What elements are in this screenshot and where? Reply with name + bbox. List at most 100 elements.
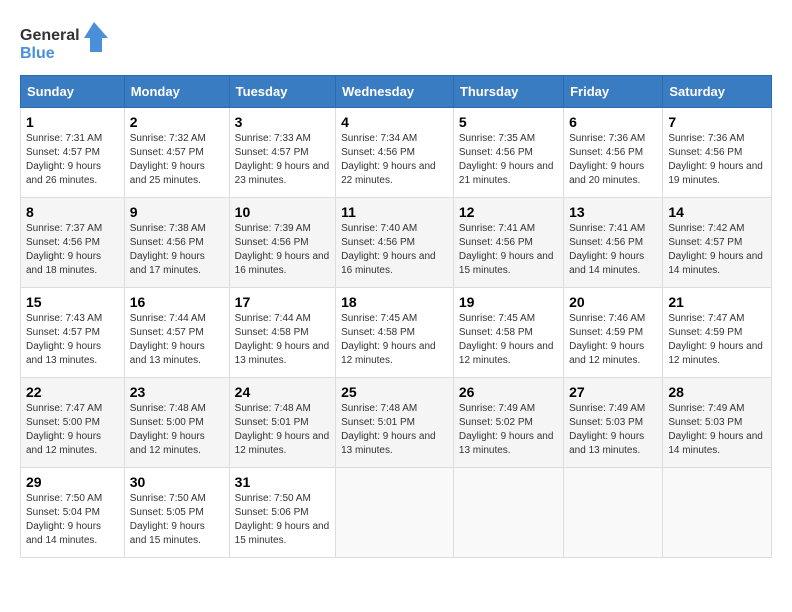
- day-info: Sunrise: 7:45 AMSunset: 4:58 PMDaylight:…: [459, 312, 558, 368]
- day-number: 6: [569, 114, 657, 130]
- svg-text:General: General: [20, 27, 80, 44]
- calendar-day-cell: 21 Sunrise: 7:47 AMSunset: 4:59 PMDaylig…: [663, 288, 772, 378]
- calendar-day-cell: 13 Sunrise: 7:41 AMSunset: 4:56 PMDaylig…: [564, 198, 663, 288]
- day-info: Sunrise: 7:32 AMSunset: 4:57 PMDaylight:…: [130, 132, 224, 188]
- calendar-week-row: 22 Sunrise: 7:47 AMSunset: 5:00 PMDaylig…: [21, 378, 772, 468]
- calendar-week-row: 8 Sunrise: 7:37 AMSunset: 4:56 PMDayligh…: [21, 198, 772, 288]
- calendar-day-cell: 5 Sunrise: 7:35 AMSunset: 4:56 PMDayligh…: [453, 108, 563, 198]
- day-number: 16: [130, 294, 224, 310]
- day-number: 17: [235, 294, 330, 310]
- calendar-day-cell: 18 Sunrise: 7:45 AMSunset: 4:58 PMDaylig…: [336, 288, 454, 378]
- day-info: Sunrise: 7:39 AMSunset: 4:56 PMDaylight:…: [235, 222, 330, 278]
- day-number: 11: [341, 204, 448, 220]
- calendar-header-row: SundayMondayTuesdayWednesdayThursdayFrid…: [21, 76, 772, 108]
- day-info: Sunrise: 7:49 AMSunset: 5:03 PMDaylight:…: [569, 402, 657, 458]
- calendar-day-cell: 25 Sunrise: 7:48 AMSunset: 5:01 PMDaylig…: [336, 378, 454, 468]
- page-header: General Blue: [20, 20, 772, 65]
- day-info: Sunrise: 7:48 AMSunset: 5:01 PMDaylight:…: [341, 402, 448, 458]
- day-number: 2: [130, 114, 224, 130]
- svg-text:Blue: Blue: [20, 45, 55, 62]
- day-info: Sunrise: 7:38 AMSunset: 4:56 PMDaylight:…: [130, 222, 224, 278]
- calendar-week-row: 15 Sunrise: 7:43 AMSunset: 4:57 PMDaylig…: [21, 288, 772, 378]
- calendar-day-cell: 6 Sunrise: 7:36 AMSunset: 4:56 PMDayligh…: [564, 108, 663, 198]
- day-info: Sunrise: 7:36 AMSunset: 4:56 PMDaylight:…: [569, 132, 657, 188]
- logo: General Blue: [20, 20, 110, 65]
- day-number: 15: [26, 294, 119, 310]
- day-info: Sunrise: 7:48 AMSunset: 5:00 PMDaylight:…: [130, 402, 224, 458]
- day-info: Sunrise: 7:44 AMSunset: 4:58 PMDaylight:…: [235, 312, 330, 368]
- day-number: 13: [569, 204, 657, 220]
- day-info: Sunrise: 7:50 AMSunset: 5:06 PMDaylight:…: [235, 492, 330, 548]
- day-info: Sunrise: 7:41 AMSunset: 4:56 PMDaylight:…: [459, 222, 558, 278]
- calendar-day-cell: 17 Sunrise: 7:44 AMSunset: 4:58 PMDaylig…: [229, 288, 335, 378]
- day-info: Sunrise: 7:47 AMSunset: 5:00 PMDaylight:…: [26, 402, 119, 458]
- weekday-header: Monday: [124, 76, 229, 108]
- calendar-day-cell: 15 Sunrise: 7:43 AMSunset: 4:57 PMDaylig…: [21, 288, 125, 378]
- day-number: 3: [235, 114, 330, 130]
- day-number: 29: [26, 474, 119, 490]
- day-number: 12: [459, 204, 558, 220]
- day-info: Sunrise: 7:47 AMSunset: 4:59 PMDaylight:…: [668, 312, 766, 368]
- day-number: 28: [668, 384, 766, 400]
- calendar-day-cell: 16 Sunrise: 7:44 AMSunset: 4:57 PMDaylig…: [124, 288, 229, 378]
- day-number: 26: [459, 384, 558, 400]
- day-number: 25: [341, 384, 448, 400]
- calendar-table: SundayMondayTuesdayWednesdayThursdayFrid…: [20, 75, 772, 558]
- calendar-day-cell: 28 Sunrise: 7:49 AMSunset: 5:03 PMDaylig…: [663, 378, 772, 468]
- calendar-day-cell: 26 Sunrise: 7:49 AMSunset: 5:02 PMDaylig…: [453, 378, 563, 468]
- calendar-day-cell: 11 Sunrise: 7:40 AMSunset: 4:56 PMDaylig…: [336, 198, 454, 288]
- weekday-header: Tuesday: [229, 76, 335, 108]
- day-info: Sunrise: 7:48 AMSunset: 5:01 PMDaylight:…: [235, 402, 330, 458]
- day-number: 20: [569, 294, 657, 310]
- calendar-day-cell: [564, 468, 663, 558]
- day-info: Sunrise: 7:36 AMSunset: 4:56 PMDaylight:…: [668, 132, 766, 188]
- day-number: 22: [26, 384, 119, 400]
- weekday-header: Sunday: [21, 76, 125, 108]
- calendar-day-cell: 24 Sunrise: 7:48 AMSunset: 5:01 PMDaylig…: [229, 378, 335, 468]
- calendar-day-cell: 30 Sunrise: 7:50 AMSunset: 5:05 PMDaylig…: [124, 468, 229, 558]
- day-info: Sunrise: 7:45 AMSunset: 4:58 PMDaylight:…: [341, 312, 448, 368]
- day-number: 14: [668, 204, 766, 220]
- calendar-day-cell: 2 Sunrise: 7:32 AMSunset: 4:57 PMDayligh…: [124, 108, 229, 198]
- day-number: 30: [130, 474, 224, 490]
- day-info: Sunrise: 7:41 AMSunset: 4:56 PMDaylight:…: [569, 222, 657, 278]
- day-info: Sunrise: 7:37 AMSunset: 4:56 PMDaylight:…: [26, 222, 119, 278]
- day-info: Sunrise: 7:49 AMSunset: 5:02 PMDaylight:…: [459, 402, 558, 458]
- calendar-day-cell: 7 Sunrise: 7:36 AMSunset: 4:56 PMDayligh…: [663, 108, 772, 198]
- logo-svg: General Blue: [20, 20, 110, 65]
- day-info: Sunrise: 7:40 AMSunset: 4:56 PMDaylight:…: [341, 222, 448, 278]
- day-info: Sunrise: 7:50 AMSunset: 5:04 PMDaylight:…: [26, 492, 119, 548]
- day-info: Sunrise: 7:31 AMSunset: 4:57 PMDaylight:…: [26, 132, 119, 188]
- calendar-week-row: 29 Sunrise: 7:50 AMSunset: 5:04 PMDaylig…: [21, 468, 772, 558]
- day-number: 5: [459, 114, 558, 130]
- calendar-day-cell: 14 Sunrise: 7:42 AMSunset: 4:57 PMDaylig…: [663, 198, 772, 288]
- day-number: 31: [235, 474, 330, 490]
- calendar-day-cell: 9 Sunrise: 7:38 AMSunset: 4:56 PMDayligh…: [124, 198, 229, 288]
- calendar-day-cell: 8 Sunrise: 7:37 AMSunset: 4:56 PMDayligh…: [21, 198, 125, 288]
- day-number: 18: [341, 294, 448, 310]
- day-number: 10: [235, 204, 330, 220]
- calendar-day-cell: 29 Sunrise: 7:50 AMSunset: 5:04 PMDaylig…: [21, 468, 125, 558]
- calendar-day-cell: [336, 468, 454, 558]
- day-info: Sunrise: 7:42 AMSunset: 4:57 PMDaylight:…: [668, 222, 766, 278]
- weekday-header: Wednesday: [336, 76, 454, 108]
- day-number: 19: [459, 294, 558, 310]
- calendar-day-cell: 20 Sunrise: 7:46 AMSunset: 4:59 PMDaylig…: [564, 288, 663, 378]
- calendar-day-cell: [453, 468, 563, 558]
- weekday-header: Saturday: [663, 76, 772, 108]
- day-number: 1: [26, 114, 119, 130]
- day-number: 24: [235, 384, 330, 400]
- weekday-header: Thursday: [453, 76, 563, 108]
- day-number: 21: [668, 294, 766, 310]
- calendar-day-cell: 19 Sunrise: 7:45 AMSunset: 4:58 PMDaylig…: [453, 288, 563, 378]
- day-info: Sunrise: 7:49 AMSunset: 5:03 PMDaylight:…: [668, 402, 766, 458]
- calendar-day-cell: 1 Sunrise: 7:31 AMSunset: 4:57 PMDayligh…: [21, 108, 125, 198]
- calendar-day-cell: 3 Sunrise: 7:33 AMSunset: 4:57 PMDayligh…: [229, 108, 335, 198]
- day-number: 23: [130, 384, 224, 400]
- day-info: Sunrise: 7:43 AMSunset: 4:57 PMDaylight:…: [26, 312, 119, 368]
- calendar-week-row: 1 Sunrise: 7:31 AMSunset: 4:57 PMDayligh…: [21, 108, 772, 198]
- day-number: 9: [130, 204, 224, 220]
- calendar-day-cell: 31 Sunrise: 7:50 AMSunset: 5:06 PMDaylig…: [229, 468, 335, 558]
- calendar-day-cell: 23 Sunrise: 7:48 AMSunset: 5:00 PMDaylig…: [124, 378, 229, 468]
- day-info: Sunrise: 7:50 AMSunset: 5:05 PMDaylight:…: [130, 492, 224, 548]
